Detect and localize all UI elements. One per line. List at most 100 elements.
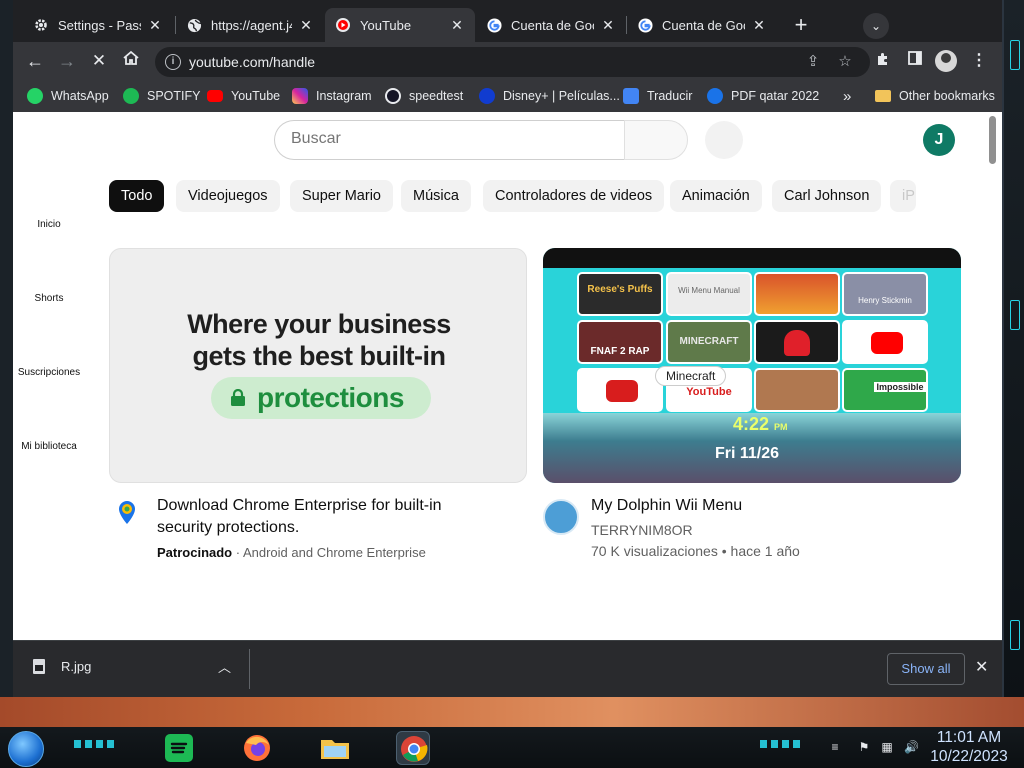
bookmark-spotify[interactable]: SPOTIFY	[123, 86, 200, 106]
ad-pill-text: protections	[257, 382, 404, 413]
account-avatar[interactable]: J	[923, 124, 955, 156]
bookmark-pdf-qatar[interactable]: PDF qatar 2022	[707, 86, 819, 106]
bookmark-label: Disney+ | Películas...	[503, 89, 620, 103]
home-button[interactable]	[119, 49, 143, 73]
google-icon	[637, 17, 653, 33]
clock-date: 10/22/2023	[930, 748, 1008, 765]
window-frame-left	[0, 0, 13, 705]
close-icon[interactable]: ✕	[751, 17, 767, 34]
guide-suscripciones[interactable]: Suscripciones	[13, 367, 85, 378]
bookmark-youtube[interactable]: YouTube	[207, 86, 280, 106]
chip-super-mario[interactable]: Super Mario	[290, 180, 393, 212]
bookmark-speedtest[interactable]: speedtest	[385, 86, 463, 106]
tile-label: YouTube	[686, 386, 732, 398]
thumb-top-bar	[543, 248, 961, 268]
show-all-button[interactable]: Show all	[887, 653, 965, 685]
home-icon	[123, 50, 139, 65]
channel-name[interactable]: TERRYNIM8OR	[591, 522, 693, 538]
wii-channel-tile: MINECRAFT	[666, 320, 752, 364]
forward-button[interactable]: →	[55, 49, 79, 73]
taskbar-spotify[interactable]	[162, 731, 196, 765]
ad-headline-line1: Where your business	[187, 309, 451, 339]
flag-icon[interactable]: ⚑	[857, 740, 871, 754]
chrome-icon	[401, 736, 428, 762]
scrollbar-thumb[interactable]	[989, 116, 996, 164]
voice-search-button[interactable]	[705, 121, 743, 159]
tab-title: Cuenta de Goog	[662, 17, 745, 33]
bookmark-whatsapp[interactable]: WhatsApp	[27, 86, 109, 106]
share-icon[interactable]: ⇪	[803, 52, 823, 72]
address-bar[interactable]: i youtube.com/handle ⇪ ☆	[155, 47, 870, 77]
wii-channel-tile: FNAF 2 RAP	[577, 320, 663, 364]
wii-clock-time: 4:22	[733, 414, 770, 434]
taskbar-file-explorer[interactable]	[318, 731, 352, 765]
start-button[interactable]	[8, 731, 44, 767]
close-icon[interactable]: ✕	[449, 17, 465, 34]
guide-inicio[interactable]: Inicio	[13, 219, 85, 230]
menu-icon[interactable]: ⋮	[969, 51, 989, 71]
tab-google-account[interactable]: Cuenta de Goog ✕	[476, 8, 626, 42]
tab-search-button[interactable]: ⌄	[863, 13, 889, 39]
network-icon[interactable]: ▦	[880, 740, 894, 754]
chip-overflow[interactable]: iP	[890, 180, 916, 212]
pdf-icon	[707, 88, 723, 104]
video-thumbnail[interactable]: Reese's Puffs Wii Menu Manual Henry Stic…	[543, 248, 961, 483]
bookmark-label: WhatsApp	[51, 89, 109, 103]
other-bookmarks-folder[interactable]: Other bookmarks	[875, 86, 995, 106]
taskbar-clock[interactable]: 11:01 AM 10/22/2023	[928, 728, 1010, 766]
guide-biblioteca[interactable]: Mi biblioteca	[13, 441, 85, 452]
taskbar-chrome[interactable]	[396, 731, 430, 765]
guide-shorts[interactable]: Shorts	[13, 293, 85, 304]
new-tab-button[interactable]: +	[788, 13, 814, 39]
bookmark-instagram[interactable]: Instagram	[292, 86, 372, 106]
back-button[interactable]: ←	[23, 49, 47, 73]
tray-show-hidden-icon[interactable]: ≡	[828, 740, 842, 754]
tile-label: Henry Stickmin	[858, 296, 912, 305]
google-icon	[486, 17, 502, 33]
search-input[interactable]	[291, 130, 611, 148]
bookmark-traducir[interactable]: Traducir	[623, 86, 692, 106]
tab-settings[interactable]: Settings - Passw ✕	[23, 8, 173, 42]
chrome-window: Settings - Passw ✕ https://agent.j4v ✕ Y…	[13, 0, 1002, 697]
close-icon[interactable]: ✕	[975, 657, 988, 677]
bookmark-label: YouTube	[231, 89, 281, 103]
chip-musica[interactable]: Música	[401, 180, 471, 212]
chip-controladores[interactable]: Controladores de videos	[483, 180, 665, 212]
info-icon[interactable]: i	[165, 54, 181, 70]
search-button[interactable]	[624, 120, 688, 160]
side-panel-icon[interactable]	[905, 51, 925, 71]
taskbar-firefox[interactable]	[240, 731, 274, 765]
extensions-icon[interactable]	[873, 51, 893, 71]
wii-channel-tile	[754, 320, 840, 364]
video-title[interactable]: My Dolphin Wii Menu	[591, 495, 971, 517]
close-icon[interactable]: ✕	[298, 17, 314, 34]
volume-icon[interactable]: 🔊	[904, 740, 919, 754]
location-pin-icon	[118, 500, 136, 526]
tab-youtube[interactable]: YouTube ✕	[325, 8, 475, 42]
wii-channel-tile: Henry Stickmin	[842, 272, 928, 316]
chip-animacion[interactable]: Animación	[670, 180, 762, 212]
ad-thumbnail[interactable]: Where your business gets the best built-…	[109, 248, 527, 483]
ad-title[interactable]: Download Chrome Enterprise for built-in …	[157, 495, 487, 539]
download-item[interactable]: R.jpg	[33, 659, 91, 674]
chip-carl-johnson[interactable]: Carl Johnson	[772, 180, 882, 212]
channel-avatar[interactable]	[543, 499, 579, 535]
taskbar-deco	[74, 740, 116, 748]
tab-google-account-2[interactable]: Cuenta de Goog ✕	[627, 8, 777, 42]
bookmark-disney[interactable]: Disney+ | Películas...	[479, 86, 620, 106]
wii-channel-tile: Wii Menu Manual	[666, 272, 752, 316]
chevron-up-icon[interactable]: ︿	[218, 657, 231, 676]
chip-videojuegos[interactable]: Videojuegos	[176, 180, 280, 212]
tab-title: https://agent.j4v	[211, 17, 292, 33]
chip-todo[interactable]: Todo	[109, 180, 165, 212]
close-icon[interactable]: ✕	[600, 17, 616, 34]
close-icon[interactable]: ✕	[147, 17, 163, 34]
profile-avatar[interactable]	[935, 50, 957, 72]
youtube-icon	[335, 17, 351, 33]
star-icon[interactable]: ☆	[835, 52, 855, 72]
tab-agent[interactable]: https://agent.j4v ✕	[176, 8, 324, 42]
tile-label: FNAF 2 RAP	[590, 346, 650, 357]
bookmarks-overflow-button[interactable]: »	[843, 86, 851, 106]
stop-button[interactable]: ✕	[87, 49, 111, 73]
search-box[interactable]	[274, 120, 625, 160]
